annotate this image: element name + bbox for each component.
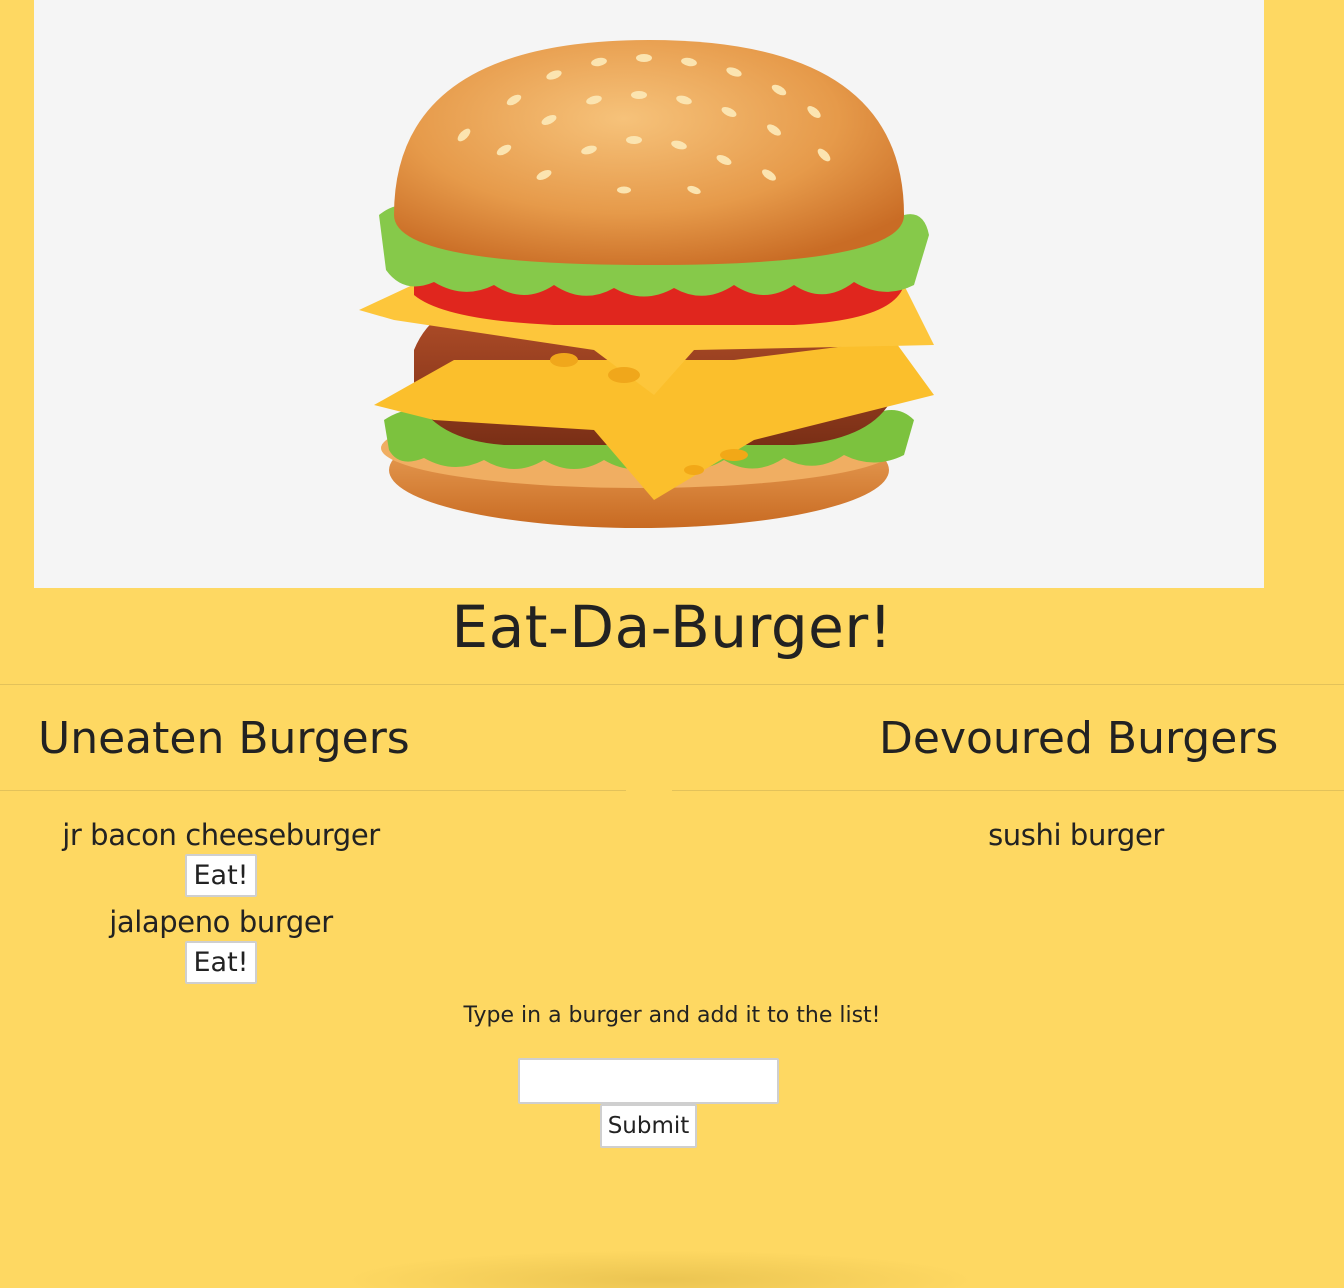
page: Eat-Da-Burger! Uneaten Burgers Devoured … [0,0,1344,1288]
page-title: Eat-Da-Burger! [451,593,893,661]
uneaten-heading: Uneaten Burgers [38,713,410,764]
uneaten-burger-list: jr bacon cheeseburger Eat! jalapeno burg… [1,816,441,988]
burger-name: jalapeno burger [109,905,333,939]
eat-button[interactable]: Eat! [185,941,257,984]
hero-banner [34,0,1264,588]
devoured-divider [672,790,1344,791]
eat-button[interactable]: Eat! [185,854,257,897]
devoured-burger-list: sushi burger [856,816,1296,858]
bottom-shadow [340,1250,980,1288]
submit-button[interactable]: Submit [600,1104,697,1148]
list-item: jr bacon cheeseburger Eat! [1,816,441,897]
devoured-heading: Devoured Burgers [879,713,1279,764]
burger-illustration [359,40,934,528]
uneaten-divider [0,790,626,791]
burger-name: jr bacon cheeseburger [62,818,380,852]
burger-name: sushi burger [988,818,1164,852]
burger-name-input[interactable] [518,1058,779,1104]
list-item: jalapeno burger Eat! [1,903,441,984]
list-item: sushi burger [856,816,1296,854]
title-divider [0,684,1344,685]
add-burger-prompt: Type in a burger and add it to the list! [463,1003,881,1028]
